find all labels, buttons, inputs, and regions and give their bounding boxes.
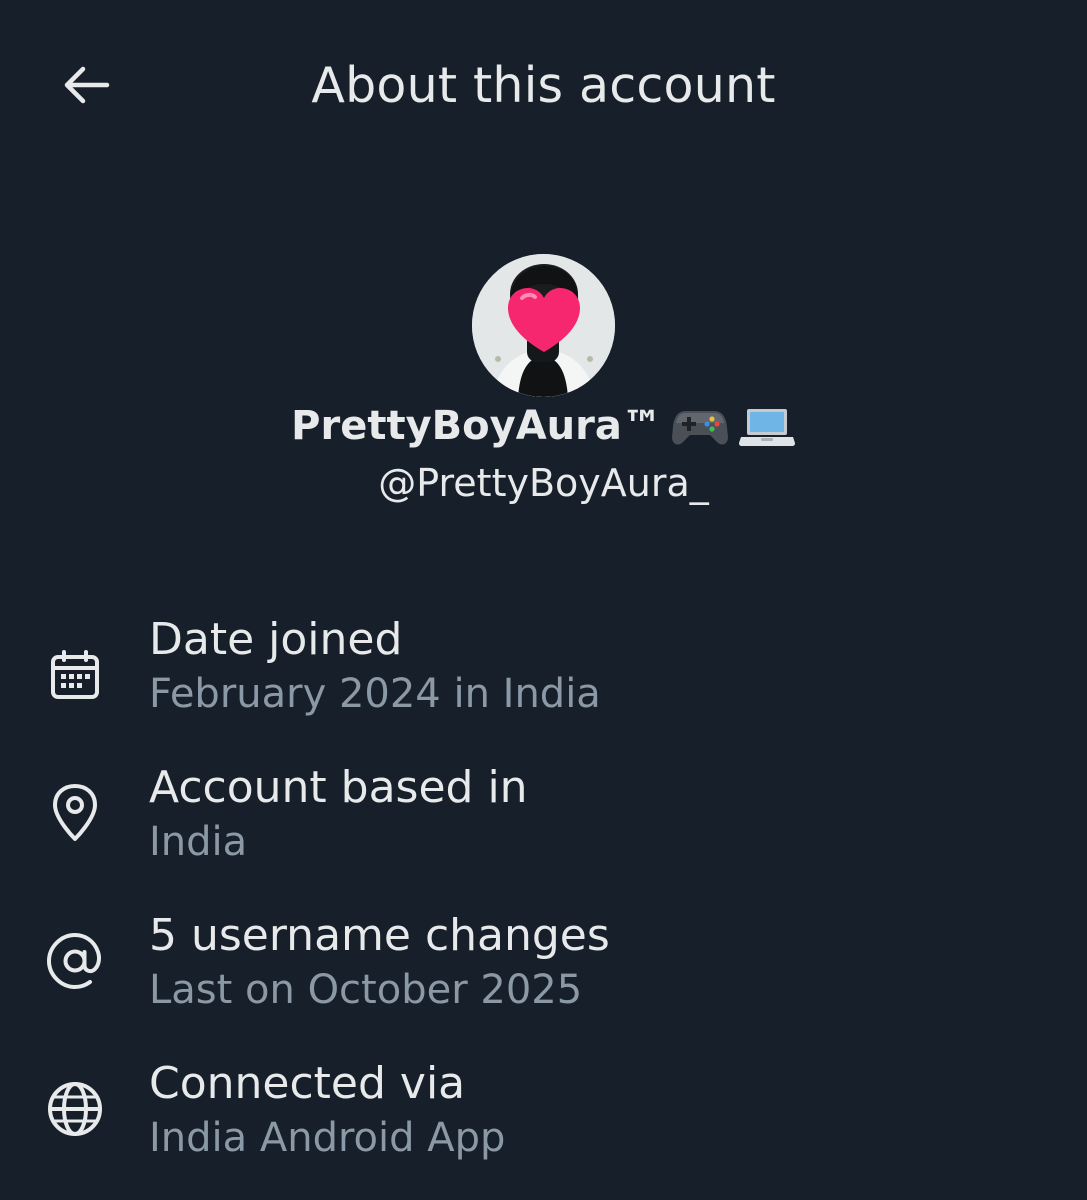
top-bar: About this account — [0, 0, 1087, 170]
display-name-text: PrettyBoyAura™ — [291, 403, 662, 449]
game-controller-icon — [671, 406, 728, 462]
username-changes-title: 5 username changes — [149, 910, 610, 961]
date-joined-value: February 2024 in India — [149, 671, 601, 717]
profile-handle: @PrettyBoyAura_ — [378, 461, 709, 505]
account-based-title: Account based in — [149, 762, 528, 813]
at-sign-icon — [44, 930, 106, 992]
profile-display-name: PrettyBoyAura™ — [0, 398, 1087, 462]
account-based-row: Account based in India — [0, 758, 1087, 878]
username-changes-row: 5 username changes Last on October 2025 — [0, 906, 1087, 1026]
account-based-value: India — [149, 819, 248, 865]
calendar-icon — [44, 644, 106, 706]
date-joined-row: Date joined February 2024 in India — [0, 610, 1087, 730]
connected-via-row: Connected via India Android App — [0, 1054, 1087, 1174]
laptop-icon — [738, 406, 796, 462]
location-pin-icon — [44, 782, 106, 844]
connected-via-title: Connected via — [149, 1058, 466, 1109]
profile-avatar[interactable] — [472, 254, 615, 397]
date-joined-title: Date joined — [149, 614, 403, 665]
page-title: About this account — [311, 57, 776, 114]
connected-via-value: India Android App — [149, 1115, 506, 1161]
globe-icon — [44, 1078, 106, 1140]
username-changes-value: Last on October 2025 — [149, 967, 583, 1013]
